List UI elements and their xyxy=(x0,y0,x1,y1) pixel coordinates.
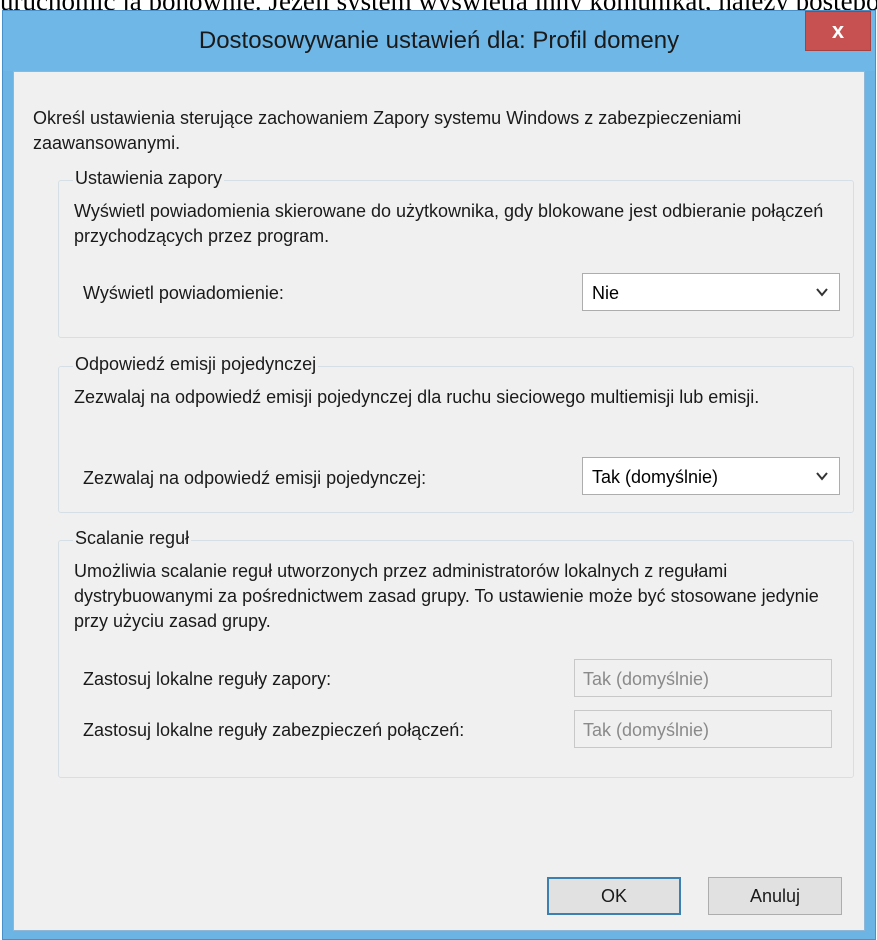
dialog-window: Dostosowywanie ustawień dla: Profil dome… xyxy=(2,10,876,940)
local-firewall-rules-field: Tak (domyślnie) xyxy=(574,659,832,697)
dialog-title: Dostosowywanie ustawień dla: Profil dome… xyxy=(198,27,680,54)
chevron-down-icon xyxy=(816,472,828,481)
ok-button[interactable]: OK xyxy=(547,877,681,915)
intro-text: Określ ustawienia sterujące zachowaniem … xyxy=(33,108,742,153)
chevron-down-icon xyxy=(816,288,828,297)
local-firewall-rules-label: Zastosuj lokalne reguły zapory: xyxy=(83,669,332,689)
dialog-content: Określ ustawienia sterujące zachowaniem … xyxy=(13,71,865,931)
close-button[interactable]: x xyxy=(805,11,871,51)
close-icon: x xyxy=(831,18,845,43)
cancel-button[interactable]: Anuluj xyxy=(708,877,842,915)
merging-description: Umożliwia scalanie reguł utworzonych prz… xyxy=(74,561,819,631)
unicast-allow-select-value: Tak (domyślnie) xyxy=(592,467,719,487)
unicast-allow-select[interactable]: Tak (domyślnie) xyxy=(582,457,840,495)
local-security-rules-label: Zastosuj lokalne reguły zabezpieczeń poł… xyxy=(83,720,465,740)
firewall-settings-group: Ustawienia zapory Wyświetl powiadomienia… xyxy=(58,168,854,338)
unicast-allow-label: Zezwalaj na odpowiedź emisji pojedynczej… xyxy=(83,468,427,488)
unicast-description: Zezwalaj na odpowiedź emisji pojedynczej… xyxy=(74,387,760,407)
group-label-firewall: Ustawienia zapory xyxy=(73,168,225,189)
firewall-description: Wyświetl powiadomienia skierowane do uży… xyxy=(74,201,824,246)
notification-select-value: Nie xyxy=(592,283,620,303)
group-label-merging: Scalanie reguł xyxy=(73,528,192,549)
local-security-rules-value: Tak (domyślnie) xyxy=(583,720,710,740)
group-label-unicast: Odpowiedź emisji pojedynczej xyxy=(73,354,319,375)
local-security-rules-field: Tak (domyślnie) xyxy=(574,710,832,748)
notification-select[interactable]: Nie xyxy=(582,273,840,311)
rule-merging-group: Scalanie reguł Umożliwia scalanie reguł … xyxy=(58,528,854,778)
notification-label: Wyświetl powiadomienie: xyxy=(83,283,284,303)
unicast-response-group: Odpowiedź emisji pojedynczej Zezwalaj na… xyxy=(58,354,854,513)
background-document-text: uruchomić ją ponownie. Jeżeli system wyś… xyxy=(0,0,877,10)
title-bar[interactable]: Dostosowywanie ustawień dla: Profil dome… xyxy=(3,11,875,71)
local-firewall-rules-value: Tak (domyślnie) xyxy=(583,669,710,689)
